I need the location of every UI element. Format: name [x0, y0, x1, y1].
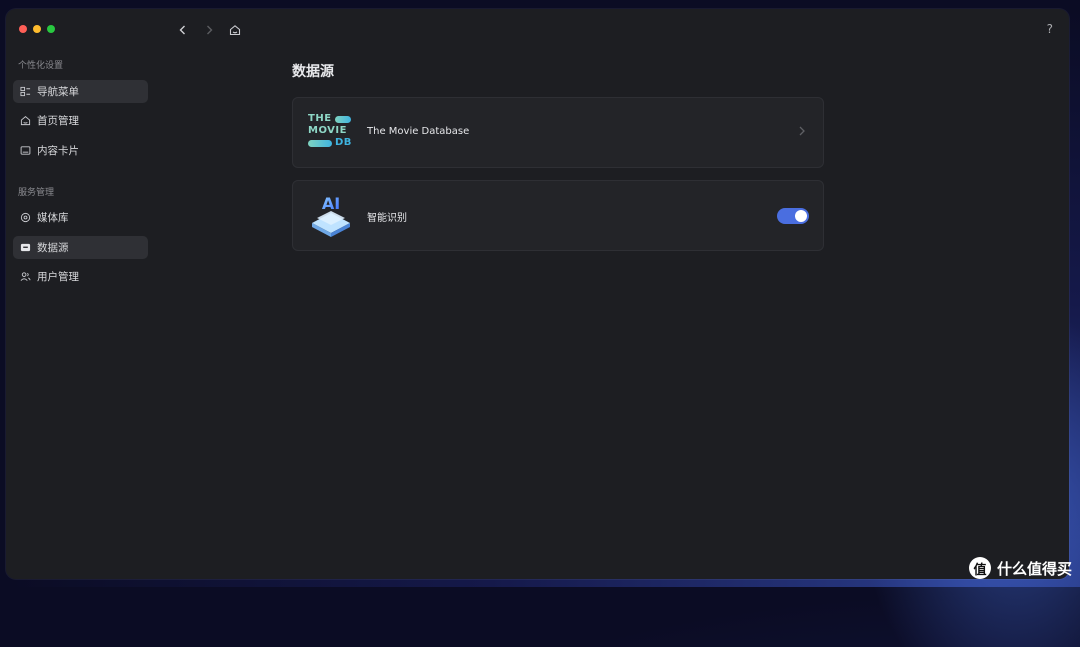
- datasource-icon: [19, 242, 31, 254]
- sidebar-item-label: 数据源: [37, 242, 69, 254]
- section-personal-label: 个性化设置: [18, 61, 64, 71]
- help-button[interactable]: ?: [1047, 22, 1053, 36]
- chevron-left-icon: [179, 25, 185, 35]
- ai-recognition-toggle[interactable]: [777, 208, 809, 224]
- maximize-window-button[interactable]: [47, 25, 55, 33]
- sidebar-item-label: 媒体库: [37, 212, 69, 224]
- window-controls: [19, 25, 55, 33]
- sidebar-item-content-cards[interactable]: 内容卡片: [13, 139, 148, 162]
- sidebar-item-label: 导航菜单: [37, 86, 79, 98]
- minimize-window-button[interactable]: [33, 25, 41, 33]
- sidebar-item-label: 内容卡片: [37, 145, 79, 157]
- list-icon: [19, 86, 31, 98]
- home-icon: [229, 25, 241, 36]
- sidebar-item-nav-menu[interactable]: 导航菜单: [13, 80, 148, 103]
- watermark: 值 什么值得买: [968, 557, 1072, 579]
- source-name: The Movie Database: [367, 126, 470, 137]
- library-icon: [19, 212, 31, 224]
- sidebar: 个性化设置 导航菜单 首页管理 内容卡片 服务管理 媒体库 数据源 用户管理: [6, 9, 154, 579]
- source-name: 智能识别: [367, 213, 407, 224]
- svg-text:AI: AI: [322, 194, 340, 213]
- sidebar-item-home-management[interactable]: 首页管理: [13, 109, 148, 132]
- watermark-badge: 值: [968, 557, 991, 579]
- sidebar-item-data-source[interactable]: 数据源: [13, 236, 148, 259]
- back-button[interactable]: [176, 23, 190, 37]
- users-icon: [19, 271, 31, 283]
- page-title: 数据源: [292, 64, 334, 80]
- card-icon: [19, 145, 31, 157]
- close-window-button[interactable]: [19, 25, 27, 33]
- toggle-knob: [795, 210, 807, 222]
- sidebar-item-label: 用户管理: [37, 271, 79, 283]
- sidebar-item-label: 首页管理: [37, 115, 79, 127]
- home-icon: [19, 115, 31, 127]
- sidebar-item-user-management[interactable]: 用户管理: [13, 265, 148, 288]
- sidebar-item-media-library[interactable]: 媒体库: [13, 206, 148, 229]
- source-card-ai-recognition: AI 智能识别: [292, 180, 824, 251]
- home-button[interactable]: [228, 23, 242, 37]
- app-window: 个性化设置 导航菜单 首页管理 内容卡片 服务管理 媒体库 数据源 用户管理 ?…: [6, 9, 1069, 579]
- tmdb-logo: THE MOVIE DB: [308, 113, 352, 148]
- chevron-right-icon: [207, 25, 213, 35]
- section-service-label: 服务管理: [18, 188, 55, 198]
- source-card-tmdb[interactable]: THE MOVIE DB The Movie Database: [292, 97, 824, 168]
- ai-logo: AI: [312, 194, 350, 237]
- watermark-text: 什么值得买: [996, 559, 1072, 578]
- chevron-right-icon: [799, 126, 805, 136]
- forward-button[interactable]: [202, 23, 216, 37]
